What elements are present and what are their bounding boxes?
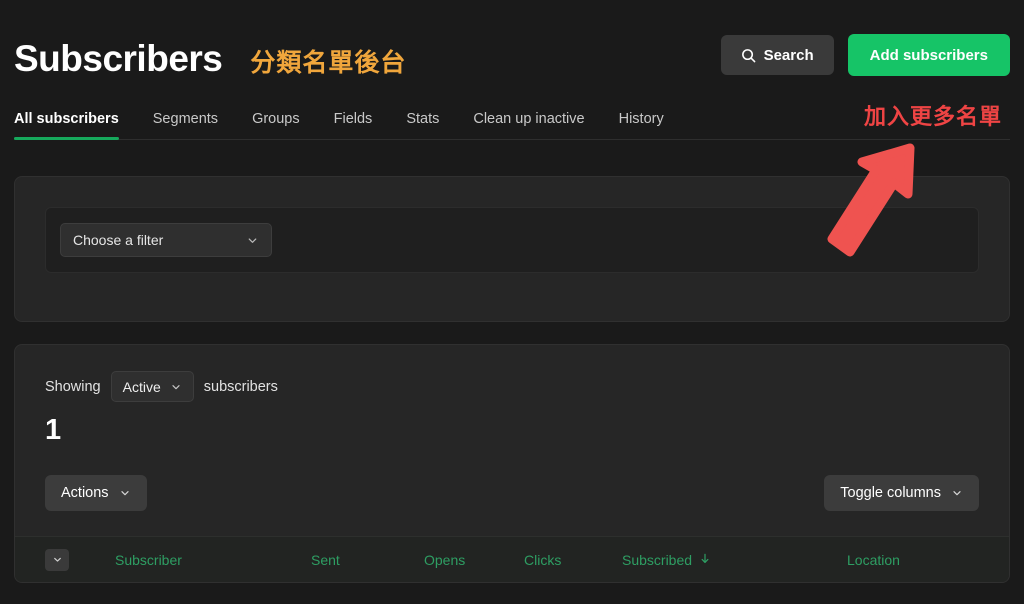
select-all-cell <box>45 548 115 571</box>
chevron-down-icon <box>170 381 182 393</box>
search-button-label: Search <box>763 46 814 64</box>
showing-prefix-label: Showing <box>45 378 101 395</box>
filter-card: Choose a filter <box>14 176 1010 322</box>
tab-list: All subscribers Segments Groups Fields S… <box>14 111 864 140</box>
list-head: Showing Active subscribers 1 <box>15 345 1009 445</box>
showing-row: Showing Active subscribers <box>45 371 979 402</box>
toggle-columns-button[interactable]: Toggle columns <box>824 475 979 511</box>
column-header-subscribed[interactable]: Subscribed <box>622 552 847 568</box>
toggle-columns-label: Toggle columns <box>840 485 941 501</box>
title-annotation-text: 分類名單後台 <box>250 48 407 77</box>
status-filter-select[interactable]: Active <box>110 371 194 402</box>
choose-filter-select[interactable]: Choose a filter <box>60 223 272 257</box>
select-all-dropdown-button[interactable] <box>45 548 69 571</box>
subscribers-list-card: Showing Active subscribers 1 Actions Tog… <box>14 344 1010 583</box>
chevron-down-icon <box>246 234 259 247</box>
tabs-annotation-text: 加入更多名單 <box>863 104 1002 129</box>
actions-button[interactable]: Actions <box>45 475 147 511</box>
page-header: Subscribers 分類名單後台 Search Add subscriber… <box>0 0 1024 140</box>
chevron-down-icon <box>951 487 963 499</box>
search-button[interactable]: Search <box>720 35 834 75</box>
table-toolbar: Actions Toggle columns <box>15 445 1009 511</box>
choose-filter-value: Choose a filter <box>73 232 164 248</box>
table-header-row: Subscriber Sent Opens Clicks Subscribed … <box>15 536 1009 582</box>
tabs-row: All subscribers Segments Groups Fields S… <box>14 98 1010 140</box>
tab-fields[interactable]: Fields <box>317 111 390 139</box>
actions-button-label: Actions <box>61 485 109 501</box>
tab-stats[interactable]: Stats <box>389 111 456 139</box>
search-icon <box>741 48 756 63</box>
subscriber-count: 1 <box>45 414 62 446</box>
header-top-row: Subscribers 分類名單後台 Search Add subscriber… <box>14 0 1010 98</box>
arrow-down-icon <box>699 552 711 568</box>
tab-all-subscribers[interactable]: All subscribers <box>14 111 136 140</box>
tab-groups[interactable]: Groups <box>235 111 317 139</box>
column-header-opens[interactable]: Opens <box>424 552 524 568</box>
column-header-clicks[interactable]: Clicks <box>524 552 622 568</box>
header-actions: Search Add subscribers <box>720 34 1010 82</box>
title-block: Subscribers 分類名單後台 <box>14 40 721 77</box>
tab-history[interactable]: History <box>602 111 681 139</box>
chevron-down-icon <box>119 487 131 499</box>
column-header-sent[interactable]: Sent <box>311 552 424 568</box>
filter-inner-panel: Choose a filter <box>45 207 979 273</box>
chevron-down-icon <box>52 554 63 565</box>
tab-clean-up-inactive[interactable]: Clean up inactive <box>456 111 601 139</box>
status-filter-value: Active <box>122 378 161 395</box>
column-header-subscribed-label: Subscribed <box>622 551 693 568</box>
column-header-location[interactable]: Location <box>847 552 979 568</box>
add-subscribers-button[interactable]: Add subscribers <box>847 34 1010 76</box>
tab-segments[interactable]: Segments <box>136 111 235 139</box>
showing-suffix-label: subscribers <box>203 378 278 395</box>
column-header-subscriber[interactable]: Subscriber <box>115 552 311 568</box>
page-title: Subscribers <box>14 37 223 79</box>
